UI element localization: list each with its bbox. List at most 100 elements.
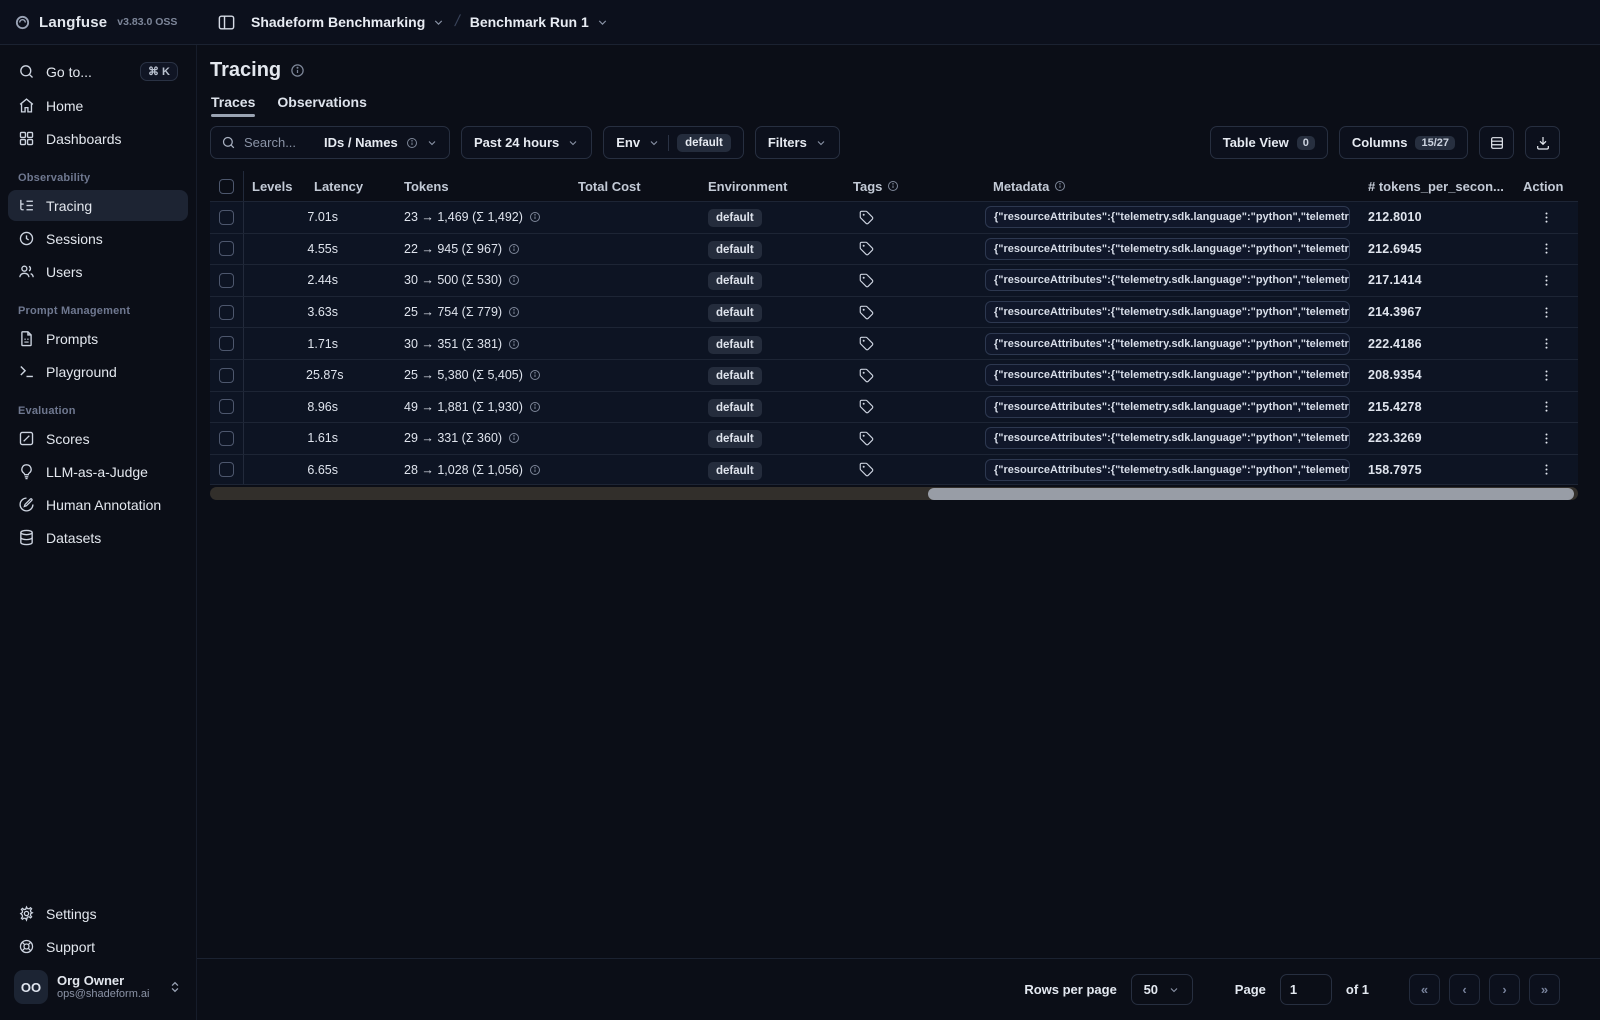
col-header-tokens-per-second[interactable]: # tokens_per_secon...: [1360, 179, 1515, 194]
col-header-tokens[interactable]: Tokens: [396, 179, 570, 194]
metadata-chip[interactable]: {"resourceAttributes":{"telemetry.sdk.la…: [985, 206, 1350, 229]
tab-traces[interactable]: Traces: [211, 94, 256, 117]
table-row[interactable]: 4.55s 22 → 945 (Σ 967) default {"resourc…: [210, 232, 1578, 265]
table-row[interactable]: 1.71s 30 → 351 (Σ 381) default {"resourc…: [210, 327, 1578, 359]
row-checkbox[interactable]: [219, 336, 234, 352]
row-action-menu[interactable]: [1515, 305, 1578, 320]
col-header-environment[interactable]: Environment: [700, 179, 845, 194]
sidebar-item-users[interactable]: Users: [8, 256, 188, 287]
table-row[interactable]: 2.44s 30 → 500 (Σ 530) default {"resourc…: [210, 264, 1578, 296]
environment-filter[interactable]: Env default: [603, 126, 744, 159]
row-action-menu[interactable]: [1515, 273, 1578, 288]
info-icon[interactable]: [508, 338, 520, 350]
row-checkbox[interactable]: [219, 209, 234, 225]
rows-per-page-select[interactable]: 50: [1130, 974, 1193, 1005]
sidebar-item-dashboards[interactable]: Dashboards: [8, 123, 188, 154]
metadata-chip[interactable]: {"resourceAttributes":{"telemetry.sdk.la…: [985, 332, 1350, 355]
tag-icon[interactable]: [859, 399, 985, 414]
row-action-menu[interactable]: [1515, 368, 1578, 383]
row-action-menu[interactable]: [1515, 336, 1578, 351]
first-page-button[interactable]: «: [1409, 974, 1440, 1005]
row-action-menu[interactable]: [1515, 431, 1578, 446]
row-checkbox[interactable]: [219, 367, 234, 383]
info-icon[interactable]: [290, 63, 305, 78]
search-box[interactable]: IDs / Names: [210, 126, 450, 159]
sidebar-item-support[interactable]: Support: [8, 931, 188, 962]
metadata-chip[interactable]: {"resourceAttributes":{"telemetry.sdk.la…: [985, 237, 1350, 260]
sidebar-item-goto[interactable]: Go to... ⌘ K: [8, 55, 188, 88]
row-checkbox[interactable]: [219, 430, 234, 446]
sidebar-item-settings[interactable]: Settings: [8, 898, 188, 929]
sidebar-item-scores[interactable]: Scores: [8, 423, 188, 454]
page-number-input[interactable]: [1279, 974, 1332, 1005]
user-menu[interactable]: OO Org Owner ops@shadeform.ai: [8, 964, 188, 1010]
col-header-metadata[interactable]: Metadata: [985, 179, 1360, 194]
info-icon[interactable]: [508, 274, 520, 286]
select-all-checkbox[interactable]: [219, 178, 234, 194]
row-checkbox[interactable]: [219, 272, 234, 288]
tag-icon[interactable]: [859, 336, 985, 351]
tag-icon[interactable]: [859, 305, 985, 320]
row-checkbox[interactable]: [219, 304, 234, 320]
info-icon[interactable]: [529, 401, 541, 413]
row-checkbox[interactable]: [219, 462, 234, 478]
export-button[interactable]: [1525, 126, 1560, 159]
search-mode-select[interactable]: IDs / Names: [324, 135, 398, 150]
table-view-button[interactable]: Table View 0: [1209, 126, 1328, 159]
sidebar-item-playground[interactable]: Playground: [8, 356, 188, 387]
filters-button[interactable]: Filters: [754, 126, 840, 159]
last-page-button[interactable]: »: [1529, 974, 1560, 1005]
breadcrumb-project[interactable]: Benchmark Run 1: [470, 14, 609, 30]
metadata-chip[interactable]: {"resourceAttributes":{"telemetry.sdk.la…: [985, 269, 1350, 292]
info-icon[interactable]: [508, 243, 520, 255]
horizontal-scrollbar[interactable]: [210, 487, 1578, 501]
table-row[interactable]: 6.65s 28 → 1,028 (Σ 1,056) default {"res…: [210, 453, 1578, 486]
table-row[interactable]: 25.87s 25 → 5,380 (Σ 5,405) default {"re…: [210, 358, 1578, 391]
tag-icon[interactable]: [859, 368, 985, 383]
tag-icon[interactable]: [859, 431, 985, 446]
sidebar-item-sessions[interactable]: Sessions: [8, 223, 188, 254]
row-height-button[interactable]: [1479, 126, 1514, 159]
table-row[interactable]: 1.61s 29 → 331 (Σ 360) default {"resourc…: [210, 422, 1578, 454]
sidebar-item-llm-as-a-judge[interactable]: LLM-as-a-Judge: [8, 456, 188, 487]
sidebar-item-prompts[interactable]: Prompts: [8, 323, 188, 354]
sidebar-toggle-button[interactable]: [211, 7, 241, 37]
sidebar-item-home[interactable]: Home: [8, 90, 188, 121]
tag-icon[interactable]: [859, 462, 985, 477]
table-row[interactable]: 7.01s 23 → 1,469 (Σ 1,492) default {"res…: [210, 201, 1578, 233]
metadata-chip[interactable]: {"resourceAttributes":{"telemetry.sdk.la…: [985, 364, 1350, 387]
horizontal-scrollbar-thumb[interactable]: [928, 487, 1574, 500]
metadata-chip[interactable]: {"resourceAttributes":{"telemetry.sdk.la…: [985, 301, 1350, 324]
sidebar-item-human-annotation[interactable]: Human Annotation: [8, 489, 188, 520]
row-action-menu[interactable]: [1515, 399, 1578, 414]
sidebar-item-datasets[interactable]: Datasets: [8, 522, 188, 553]
metadata-chip[interactable]: {"resourceAttributes":{"telemetry.sdk.la…: [985, 395, 1350, 418]
row-action-menu[interactable]: [1515, 462, 1578, 477]
col-header-latency[interactable]: Latency: [306, 179, 396, 194]
row-checkbox[interactable]: [219, 399, 234, 415]
tab-observations[interactable]: Observations: [277, 94, 366, 117]
time-range-select[interactable]: Past 24 hours: [461, 126, 593, 159]
col-header-tags[interactable]: Tags: [845, 179, 985, 194]
tag-icon[interactable]: [859, 241, 985, 256]
row-checkbox[interactable]: [219, 241, 234, 257]
metadata-chip[interactable]: {"resourceAttributes":{"telemetry.sdk.la…: [985, 427, 1350, 450]
metadata-chip[interactable]: {"resourceAttributes":{"telemetry.sdk.la…: [985, 458, 1350, 481]
previous-page-button[interactable]: ‹: [1449, 974, 1480, 1005]
table-row[interactable]: 8.96s 49 → 1,881 (Σ 1,930) default {"res…: [210, 390, 1578, 423]
info-icon[interactable]: [529, 369, 541, 381]
tag-icon[interactable]: [859, 210, 985, 225]
col-header-total-cost[interactable]: Total Cost: [570, 179, 700, 194]
tag-icon[interactable]: [859, 273, 985, 288]
columns-button[interactable]: Columns 15/27: [1338, 126, 1468, 159]
search-input[interactable]: [244, 135, 316, 150]
info-icon[interactable]: [508, 432, 520, 444]
next-page-button[interactable]: ›: [1489, 974, 1520, 1005]
col-header-levels[interactable]: Levels: [244, 179, 306, 194]
breadcrumb-org[interactable]: Shadeform Benchmarking: [251, 14, 445, 30]
row-action-menu[interactable]: [1515, 241, 1578, 256]
info-icon[interactable]: [508, 306, 520, 318]
table-row[interactable]: 3.63s 25 → 754 (Σ 779) default {"resourc…: [210, 295, 1578, 328]
info-icon[interactable]: [529, 464, 541, 476]
row-action-menu[interactable]: [1515, 210, 1578, 225]
